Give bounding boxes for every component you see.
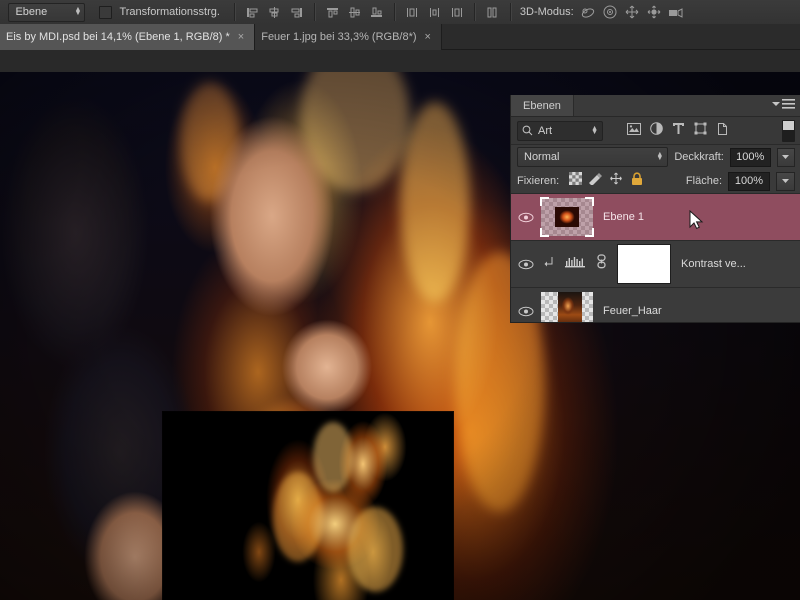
filter-shape-icon[interactable] [694, 122, 707, 140]
mouse-pointer [689, 210, 704, 230]
document-tab-feuer[interactable]: Feuer 1.jpg bei 33,3% (RGB/8*) × [255, 24, 442, 50]
filter-smartobject-icon[interactable] [716, 122, 729, 140]
layer-filter-kind-label: Art [538, 124, 553, 137]
align-left-edges-icon[interactable] [242, 2, 264, 22]
align-bottom-edges-icon[interactable] [366, 2, 388, 22]
close-icon[interactable]: × [238, 31, 244, 43]
layer-filter-kind-select[interactable]: Art ▲ ▼ [517, 120, 603, 141]
tab-ebenen-label: Ebenen [523, 99, 561, 112]
lock-label: Fixieren: [517, 175, 560, 187]
layer-row-kontrast[interactable]: Kontrast ve... [511, 241, 800, 288]
opacity-value: 100% [736, 151, 765, 163]
layer-mask-thumbnail-kontrast[interactable] [617, 244, 671, 284]
blend-mode-row: Normal ▲ ▼ Deckkraft: 100% [511, 145, 800, 169]
layer-thumbnail-feuer-haar[interactable] [541, 292, 593, 322]
chevron-updown-icon: ▲ ▼ [591, 124, 598, 136]
tab-bar-empty-space [441, 24, 800, 50]
layer-row-ebene-1[interactable]: Ebene 1 [511, 194, 800, 241]
distribute-spacing-icon[interactable] [482, 2, 504, 22]
auto-select-label: w.: [0, 6, 4, 18]
3d-camera-icon[interactable] [666, 2, 688, 22]
divider [313, 3, 316, 21]
panel-tab-strip: Ebenen [511, 95, 800, 117]
flame-wisp [313, 422, 353, 492]
layer-thumbnail-ebene-1[interactable] [540, 197, 594, 237]
filter-type-icon[interactable] [672, 122, 685, 140]
align-top-edges-icon[interactable] [322, 2, 344, 22]
fill-value: 100% [734, 175, 764, 187]
lock-transparency-icon[interactable] [569, 172, 583, 190]
distribute-left-icon[interactable] [402, 2, 424, 22]
document-tab-bar: Eis by MDI.psd bei 14,1% (Ebene 1, RGB/8… [0, 24, 800, 51]
layers-panel[interactable]: Ebenen Art ▲ ▼ Normal ▲ ▼ Deckkraft: 100… [510, 95, 800, 323]
opacity-slider-dropdown[interactable] [776, 147, 795, 167]
document-tab-eis[interactable]: Eis by MDI.psd bei 14,1% (Ebene 1, RGB/8… [0, 24, 256, 50]
3d-rotate-icon[interactable] [578, 2, 600, 22]
lock-row: Fixieren: Fläche: 100% [511, 169, 800, 194]
layer-name-feuer-haar: Feuer_Haar [603, 305, 662, 317]
lock-position-icon[interactable] [609, 172, 623, 190]
lock-image-pixels-icon[interactable] [588, 172, 603, 190]
close-icon[interactable]: × [425, 31, 431, 43]
layer-group-select-value: Ebene [15, 6, 48, 18]
lock-all-icon[interactable] [631, 171, 643, 191]
opacity-label: Deckkraft: [674, 151, 724, 163]
link-icon[interactable] [596, 254, 607, 274]
search-icon [522, 125, 533, 136]
tab-ebenen[interactable]: Ebenen [511, 95, 574, 116]
distribute-right-icon[interactable] [446, 2, 468, 22]
clipping-mask-icon [543, 255, 556, 274]
filter-pixel-icon[interactable] [627, 122, 641, 140]
align-vertical-centers-icon[interactable] [344, 2, 366, 22]
layer-visibility-toggle[interactable] [511, 212, 541, 223]
fill-label: Fläche: [685, 175, 722, 187]
fill-slider-dropdown[interactable] [776, 171, 795, 191]
pasted-fire-layer[interactable] [163, 412, 453, 600]
document-tab-eis-title: Eis by MDI.psd bei 14,1% (Ebene 1, RGB/8… [6, 31, 230, 43]
divider [233, 3, 236, 21]
panel-menu-icon[interactable] [772, 99, 795, 109]
layer-row-feuer-haar[interactable]: Feuer_Haar [511, 288, 800, 322]
chevron-updown-icon: ▲ ▼ [656, 151, 664, 162]
chevron-updown-icon: ▲ ▼ [74, 6, 82, 17]
distribute-horizontal-center-icon[interactable] [424, 2, 446, 22]
opacity-input[interactable]: 100% [729, 147, 771, 167]
divider [509, 3, 512, 21]
filter-adjustment-icon[interactable] [650, 121, 663, 140]
blend-mode-select[interactable]: Normal ▲ ▼ [517, 147, 669, 167]
align-right-edges-icon[interactable] [286, 2, 308, 22]
document-tab-feuer-title: Feuer 1.jpg bei 33,3% (RGB/8*) [261, 31, 417, 43]
layer-visibility-toggle[interactable] [511, 259, 541, 270]
layer-name-ebene-1: Ebene 1 [603, 211, 644, 223]
layer-name-kontrast: Kontrast ve... [681, 258, 746, 270]
3d-pan-icon[interactable] [622, 2, 644, 22]
blend-mode-value: Normal [524, 151, 560, 163]
layer-visibility-toggle[interactable] [511, 306, 541, 317]
3d-slide-icon[interactable] [644, 2, 666, 22]
layer-filter-row: Art ▲ ▼ [511, 117, 800, 145]
photoshop-window: w.: Ebene ▲▼ Transformationsstrg. [0, 0, 800, 600]
align-horizontal-centers-icon[interactable] [264, 2, 286, 22]
flame-wisp [348, 507, 403, 592]
options-bar: w.: Ebene ▲▼ Transformationsstrg. [0, 0, 800, 25]
fill-input[interactable]: 100% [728, 171, 770, 191]
flame-wisp [273, 472, 323, 562]
levels-adjustment-icon[interactable] [564, 255, 586, 274]
layer-group-select[interactable]: Ebene ▲ ▼ [8, 2, 86, 22]
divider [473, 3, 476, 21]
3d-roll-icon[interactable] [600, 2, 622, 22]
mode-3d-label: 3D-Modus: [519, 6, 574, 18]
divider [393, 3, 396, 21]
transform-controls-label: Transformationsstrg. [119, 6, 220, 18]
filter-enable-toggle[interactable] [782, 119, 795, 142]
transform-controls-checkbox[interactable] [99, 5, 113, 19]
